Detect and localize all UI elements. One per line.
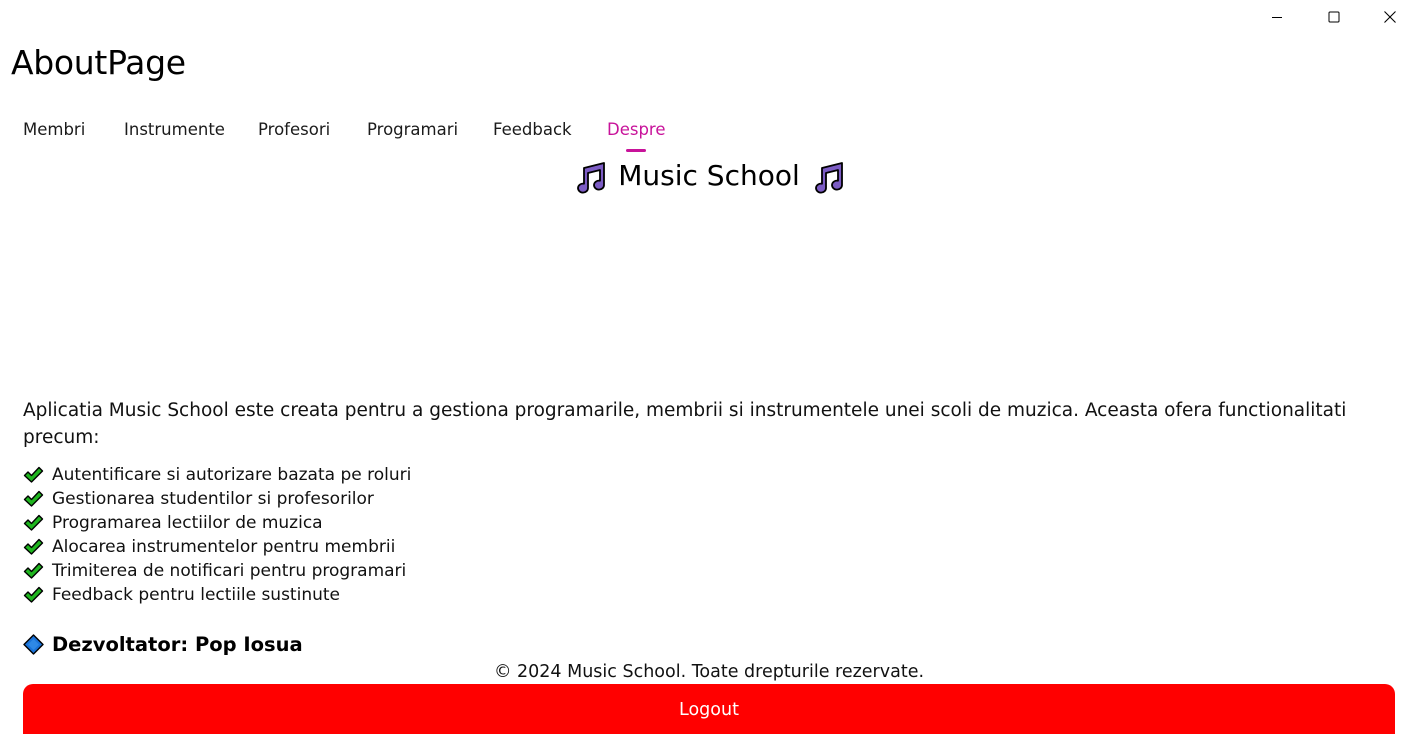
list-item: Feedback pentru lectiile sustinute — [23, 583, 411, 607]
list-item: Gestionarea studentilor si profesorilor — [23, 487, 411, 511]
check-mark-icon — [23, 514, 44, 531]
musical-notes-icon — [814, 162, 843, 194]
app-window: AboutPage Membri Instrumente Profesori P… — [0, 0, 1418, 734]
tab-feedback[interactable]: Feedback — [493, 116, 607, 146]
tab-programari[interactable]: Programari — [367, 116, 493, 146]
tab-label: Despre — [607, 120, 666, 139]
maximize-icon — [1328, 11, 1340, 23]
tab-despre[interactable]: Despre — [607, 116, 666, 152]
feature-text: Alocarea instrumentelor pentru membrii — [52, 537, 396, 557]
check-mark-icon — [23, 586, 44, 603]
tab-selected-indicator — [626, 149, 647, 152]
tab-instrumente[interactable]: Instrumente — [124, 116, 258, 146]
app-description: Aplicatia Music School este creata pentr… — [23, 400, 1347, 448]
list-item: Alocarea instrumentelor pentru membrii — [23, 535, 411, 559]
list-item: Programarea lectiilor de muzica — [23, 511, 411, 535]
footer-copyright: © 2024 Music School. Toate drepturile re… — [493, 662, 925, 682]
minimize-button[interactable] — [1249, 0, 1305, 34]
navigation-tabs: Membri Instrumente Profesori Programari … — [23, 116, 666, 152]
logout-button[interactable]: Logout — [23, 684, 1395, 734]
check-mark-icon — [23, 466, 44, 483]
check-mark-icon — [23, 538, 44, 555]
feature-text: Autentificare si autorizare bazata pe ro… — [52, 465, 412, 485]
tab-label: Feedback — [493, 120, 572, 139]
tab-membri[interactable]: Membri — [23, 116, 124, 146]
hero-header: Music School — [0, 156, 1418, 196]
tab-label: Programari — [367, 120, 459, 139]
features-list: Autentificare si autorizare bazata pe ro… — [23, 463, 411, 607]
maximize-button[interactable] — [1306, 0, 1362, 34]
hero-title: Music School — [618, 159, 800, 192]
close-icon — [1384, 11, 1396, 23]
developer-credit: Dezvoltator: Pop Iosua — [23, 633, 303, 656]
feature-text: Feedback pentru lectiile sustinute — [52, 585, 340, 605]
minimize-icon — [1272, 17, 1282, 18]
tab-label: Membri — [23, 120, 86, 139]
list-item: Trimiterea de notificari pentru programa… — [23, 559, 411, 583]
musical-notes-icon — [577, 162, 606, 194]
feature-text: Gestionarea studentilor si profesorilor — [52, 489, 374, 509]
feature-text: Trimiterea de notificari pentru programa… — [52, 561, 407, 581]
blue-diamond-icon — [23, 634, 44, 655]
tab-label: Profesori — [258, 120, 331, 139]
page-title: AboutPage — [11, 43, 186, 82]
list-item: Autentificare si autorizare bazata pe ro… — [23, 463, 411, 487]
close-button[interactable] — [1362, 0, 1418, 34]
check-mark-icon — [23, 562, 44, 579]
tab-profesori[interactable]: Profesori — [258, 116, 367, 146]
feature-text: Programarea lectiilor de muzica — [52, 513, 323, 533]
tab-label: Instrumente — [124, 120, 225, 139]
developer-label: Dezvoltator: Pop Iosua — [52, 633, 303, 656]
check-mark-icon — [23, 490, 44, 507]
